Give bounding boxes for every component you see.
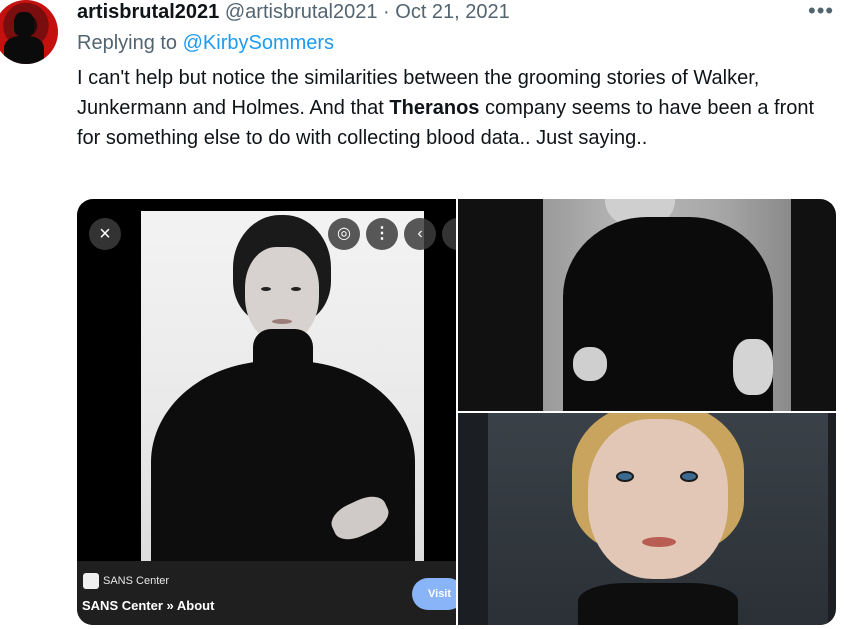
more-options-icon[interactable]: ••• xyxy=(808,0,834,22)
closeup-face xyxy=(588,419,728,579)
replying-to-link[interactable]: @KirbySommers xyxy=(183,32,334,54)
source-title-link[interactable]: SANS Center » About xyxy=(82,598,214,613)
turtleneck-hand-right xyxy=(733,339,773,395)
media-image-2[interactable] xyxy=(458,199,836,411)
media-image-1[interactable]: × ◎ ⋮ ‹ SANS Center SANS Center » About … xyxy=(77,199,456,625)
replying-prefix: Replying to xyxy=(77,32,183,54)
replying-to-line: Replying to @KirbySommers xyxy=(77,32,334,55)
avatar-body-shape xyxy=(4,36,44,64)
visit-button[interactable]: Visit xyxy=(412,578,456,610)
portrait-lips xyxy=(272,319,292,324)
turtleneck-hand-left xyxy=(573,347,607,381)
avatar[interactable] xyxy=(0,0,58,64)
closeup-portrait-photo xyxy=(488,413,828,625)
kebab-menu-icon[interactable]: ⋮ xyxy=(366,218,398,250)
separator-dot: · xyxy=(383,1,390,23)
tweet-text-bold: Theranos xyxy=(389,97,480,119)
avatar-head-shape xyxy=(14,12,34,36)
tweet-text: I can't help but notice the similarities… xyxy=(77,63,837,153)
source-name: SANS Center xyxy=(103,575,170,587)
next-control-edge[interactable] xyxy=(442,218,456,250)
closeup-lips xyxy=(642,537,676,547)
image-source-bar: SANS Center SANS Center » About Visit xyxy=(77,561,456,625)
media-image-3[interactable] xyxy=(458,413,836,625)
portrait-eye-right xyxy=(291,287,301,291)
portrait-eye-left xyxy=(261,287,271,291)
lens-icon[interactable]: ◎ xyxy=(328,218,360,250)
media-grid: × ◎ ⋮ ‹ SANS Center SANS Center » About … xyxy=(77,199,836,625)
close-icon[interactable]: × xyxy=(89,218,121,250)
turtleneck-photo xyxy=(543,199,791,411)
tweet-header: artisbrutal2021 @artisbrutal2021 · Oct 2… xyxy=(77,0,510,24)
site-favicon-icon xyxy=(83,573,99,589)
portrait-torso xyxy=(151,361,415,561)
closeup-eye-left xyxy=(616,471,634,482)
user-handle[interactable]: @artisbrutal2021 xyxy=(225,1,378,23)
closeup-eye-right xyxy=(680,471,698,482)
portrait-photo xyxy=(141,211,424,561)
chevron-left-icon[interactable]: ‹ xyxy=(404,218,436,250)
tweet-date[interactable]: Oct 21, 2021 xyxy=(395,1,510,23)
display-name[interactable]: artisbrutal2021 xyxy=(77,1,219,23)
closeup-turtleneck xyxy=(578,583,738,625)
